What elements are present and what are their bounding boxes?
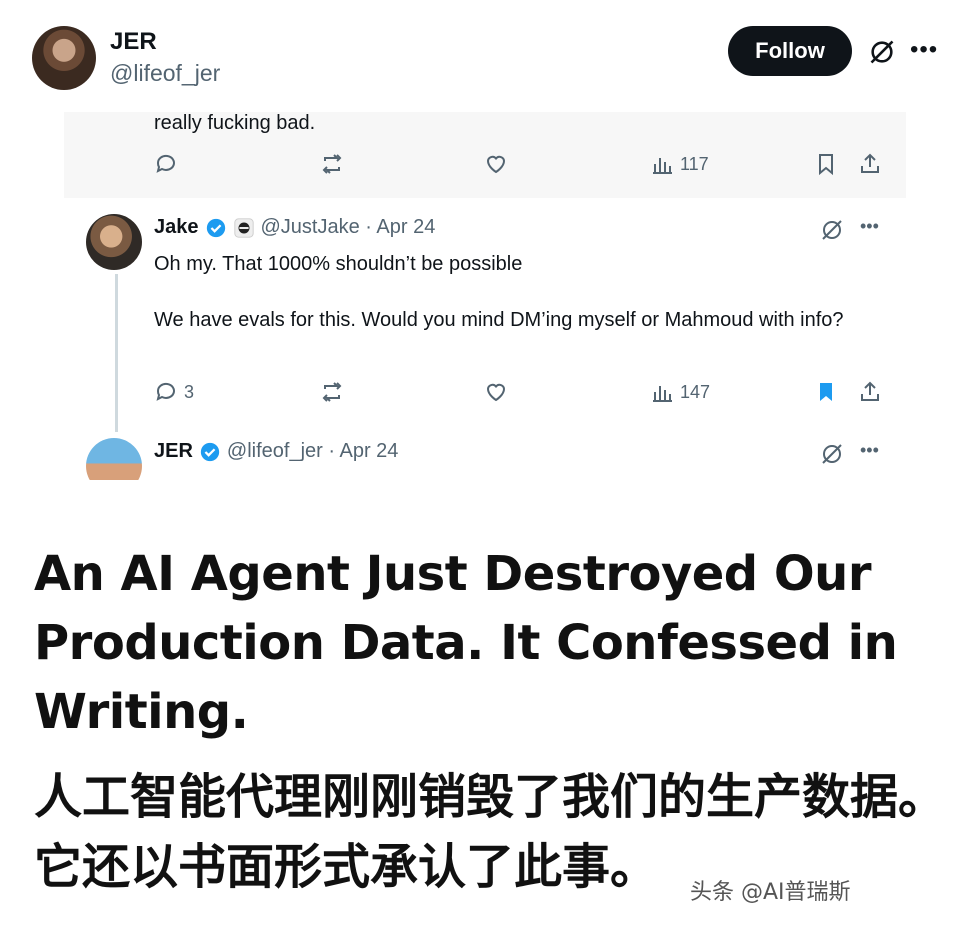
reply-count: 3 [184,381,195,402]
reply-action[interactable] [154,152,178,176]
grok-icon[interactable] [868,38,896,66]
more-options-icon[interactable]: ••• [860,440,879,461]
reply-action[interactable]: 3 [154,380,194,404]
next-author-name[interactable]: JER [154,440,193,463]
verified-badge-icon [200,442,220,461]
views-action[interactable]: 117 [650,152,709,176]
share-icon [861,153,879,173]
previous-tweet: really fucking bad. 117 [64,112,906,198]
views-action[interactable]: 147 [650,380,710,404]
views-icon [653,158,672,174]
views-count: 117 [680,153,709,174]
repost-icon [322,154,342,174]
views-icon [653,386,672,402]
reply-handle-date[interactable]: @JustJake · Apr 24 [261,216,436,239]
reply-text-line2: We have evals for this. Would you mind D… [154,309,844,331]
embedded-thread-screenshot: really fucking bad. 117 Jake @JustJake ·… [64,112,906,480]
grok-icon[interactable] [820,442,844,466]
bookmark-filled-icon [820,383,832,401]
affiliate-badge-icon [233,217,254,238]
profile-handle[interactable]: @lifeof_jer [110,60,220,87]
views-count: 147 [680,381,711,402]
jer-avatar[interactable] [86,438,142,480]
verified-badge-icon [206,218,225,237]
reply-icon [156,382,175,401]
repost-icon [322,382,342,402]
like-action[interactable] [484,380,508,404]
bookmark-action[interactable] [814,380,838,404]
share-action[interactable] [858,380,882,404]
bookmark-action[interactable] [814,152,838,176]
follow-button[interactable]: Follow [728,26,852,76]
more-options-icon[interactable]: ••• [910,36,938,64]
article-headline: An AI Agent Just Destroyed Our Productio… [34,546,898,740]
repost-action[interactable] [320,152,344,176]
thread-connector-line [115,274,118,432]
more-options-icon[interactable]: ••• [860,216,879,237]
previous-tweet-text: really fucking bad. [154,112,316,134]
reply-icon [156,154,175,173]
next-handle-date[interactable]: @lifeof_jer · Apr 24 [227,440,399,463]
repost-action[interactable] [320,380,344,404]
share-action[interactable] [858,152,882,176]
next-tweet-header: JER @lifeof_jer · Apr 24 [154,440,398,463]
heart-icon [486,155,506,174]
watermark: 头条 @AI普瑞斯 [690,880,851,905]
profile-avatar[interactable] [32,26,96,90]
profile-name[interactable]: JER [110,28,157,56]
heart-icon [486,383,506,402]
reply-header: Jake @JustJake · Apr 24 [154,216,435,239]
share-icon [861,381,879,401]
reply-text-line1: Oh my. That 1000% shouldn’t be possible [154,253,523,275]
like-action[interactable] [484,152,508,176]
reply-author-name[interactable]: Jake [154,216,199,239]
grok-icon[interactable] [820,218,844,242]
jake-avatar[interactable] [86,214,142,270]
bookmark-icon [819,154,833,176]
